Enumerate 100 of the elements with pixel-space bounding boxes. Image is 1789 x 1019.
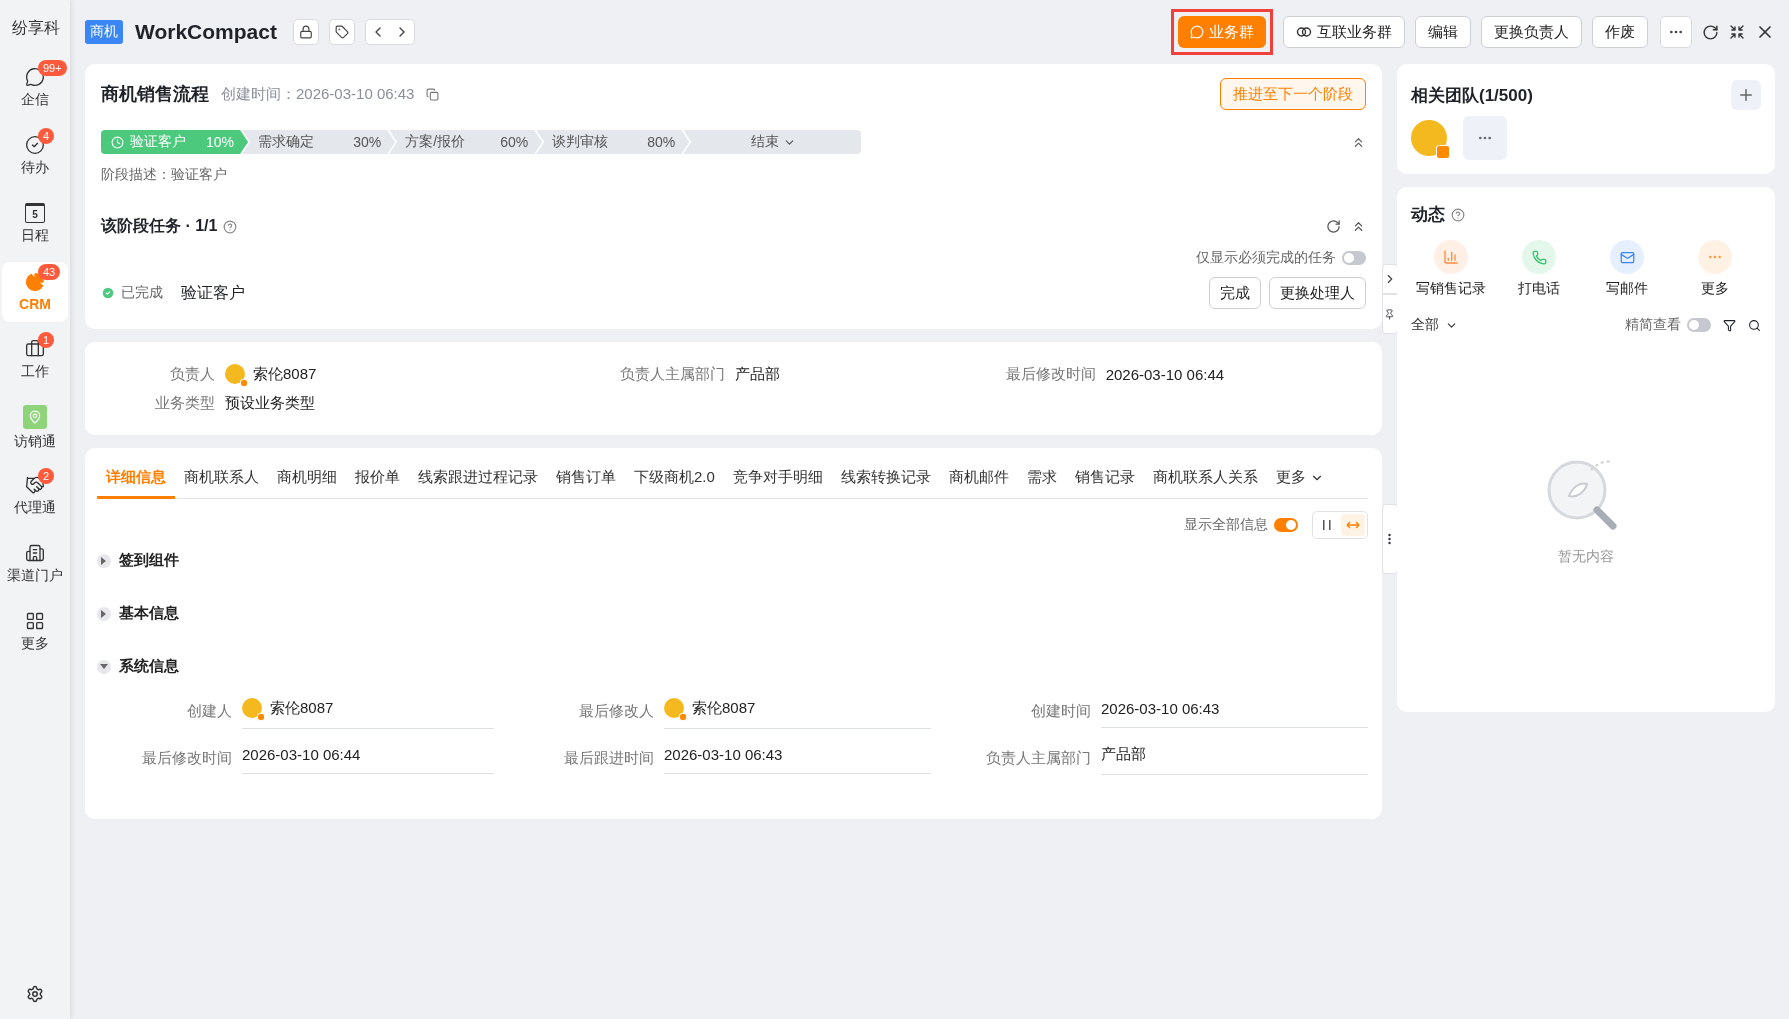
empty-message: 暂无内容 — [1558, 548, 1614, 566]
detail-tab[interactable]: 商机联系人 — [175, 458, 268, 499]
chat-icon — [25, 67, 45, 87]
sidebar-item[interactable]: 访销通 — [2, 398, 68, 458]
sidebar-item[interactable]: 企信 99+ — [2, 58, 68, 118]
header-button[interactable]: 编辑 — [1415, 16, 1471, 48]
header-button[interactable]: 互联业务群 — [1283, 16, 1405, 48]
section-header[interactable]: 签到组件 — [97, 551, 179, 570]
company-name: 纷享科 — [11, 18, 61, 38]
check-icon — [25, 135, 45, 155]
filter-dropdown[interactable]: 全部 — [1411, 316, 1458, 334]
field-label: 创建时间 — [1030, 702, 1091, 721]
map-pin-icon — [23, 405, 47, 429]
count-badge: 4 — [38, 128, 55, 144]
count-badge: 99+ — [38, 60, 67, 76]
caret-right-icon — [97, 553, 111, 568]
stage-step[interactable]: 结束 — [683, 130, 861, 154]
settings-icon[interactable] — [26, 985, 44, 1003]
stage-description: 阶段描述：验证客户 — [101, 166, 227, 184]
user-avatar — [664, 698, 684, 718]
copy-icon[interactable] — [426, 87, 440, 101]
phone-icon — [1531, 249, 1547, 265]
help-icon — [1451, 207, 1465, 222]
task-status: 已完成 — [121, 284, 163, 302]
detail-tab[interactable]: 销售订单 — [547, 458, 625, 499]
count-badge: 2 — [38, 468, 55, 484]
detail-tab[interactable]: 线索转换记录 — [831, 458, 940, 499]
field-value: 2026-03-10 06:43 — [664, 742, 931, 774]
activity-action[interactable]: 写邮件 — [1587, 240, 1667, 298]
field-value: 产品部 — [735, 364, 781, 384]
team-title: 相关团队(1/500) — [1411, 84, 1533, 107]
task-button[interactable]: 更换处理人 — [1269, 277, 1366, 309]
activity-action[interactable]: 写销售记录 — [1411, 240, 1491, 298]
field-label: 创建人 — [186, 702, 232, 721]
stage-step[interactable]: 方案/报价 60% — [389, 130, 543, 154]
linked-rings-icon — [1296, 26, 1312, 38]
pin-icon[interactable] — [1381, 294, 1398, 334]
count-badge: 43 — [38, 264, 61, 280]
filter-icon[interactable] — [1723, 318, 1736, 332]
refresh-icon[interactable] — [1326, 219, 1341, 234]
add-button[interactable] — [1731, 80, 1761, 110]
tag-icon[interactable] — [328, 19, 355, 45]
clock-icon — [111, 135, 124, 149]
mail-icon — [1619, 249, 1635, 265]
more-tab[interactable]: 更多 — [1266, 458, 1333, 499]
lock-icon[interactable] — [292, 19, 319, 45]
field-value: 2026-03-10 06:44 — [1105, 365, 1225, 383]
field-label: 业务类型 — [154, 394, 215, 413]
field-label: 最后修改时间 — [141, 748, 232, 768]
toggle-label: 精简查看 — [1625, 316, 1681, 334]
search-icon[interactable] — [1748, 318, 1761, 332]
toggle-label: 仅显示必须完成的任务 — [1196, 249, 1336, 267]
detail-tab[interactable]: 竞争对手明细 — [723, 458, 832, 499]
detail-tab[interactable]: 需求 — [1017, 458, 1066, 499]
field-value: 预设业务类型 — [225, 394, 315, 413]
detail-tab[interactable]: 线索跟进过程记录 — [409, 458, 547, 499]
header-button[interactable]: 更换负责人 — [1481, 16, 1582, 48]
sidebar-item[interactable]: 更多 — [2, 602, 68, 662]
detail-tab[interactable]: 商机邮件 — [939, 458, 1018, 499]
toggle-switch[interactable] — [1342, 251, 1366, 265]
building-icon — [25, 543, 45, 563]
task-button[interactable]: 完成 — [1209, 277, 1261, 309]
field-value: 索伦8087 — [225, 364, 317, 384]
field-value: 索伦8087 — [664, 694, 931, 729]
process-title: 商机销售流程 — [101, 83, 209, 106]
field-label: 最后修改人 — [578, 702, 654, 721]
toggle-switch[interactable] — [1687, 318, 1711, 332]
sidebar-item[interactable]: 工作 1 — [2, 330, 68, 390]
field-label: 负责人 — [169, 364, 215, 384]
sidebar-item[interactable]: 5 日程 — [2, 194, 68, 254]
activity-action[interactable]: 更多 — [1675, 240, 1755, 298]
caret-down-icon — [97, 659, 111, 674]
field-label: 最后跟进时间 — [563, 748, 654, 768]
shrink-icon[interactable] — [1729, 24, 1745, 40]
detail-tab[interactable]: 商机联系人关系 — [1143, 458, 1267, 499]
toggle-switch[interactable] — [1274, 518, 1298, 532]
created-time: 创建时间：2026-03-10 06:43 — [221, 84, 415, 104]
detail-tab[interactable]: 下级商机2.0 — [625, 458, 724, 499]
activity-title: 动态 — [1411, 204, 1445, 226]
stage-step[interactable]: 需求确定 30% — [242, 130, 396, 154]
stage-step[interactable]: 谈判审核 80% — [536, 130, 690, 154]
user-avatar — [225, 364, 245, 384]
header-button[interactable]: 作废 — [1592, 16, 1648, 48]
field-value: 索伦8087 — [242, 694, 494, 729]
section-header[interactable]: 系统信息 — [97, 657, 179, 676]
detail-tab[interactable]: 销售记录 — [1065, 458, 1144, 499]
grid-icon — [25, 611, 45, 631]
object-type-tag: 商机 — [85, 20, 123, 44]
field-value: 2026-03-10 06:44 — [242, 742, 494, 774]
sidebar-item[interactable]: 待办 4 — [2, 126, 68, 186]
field-label: 负责人主属部门 — [619, 364, 726, 384]
detail-tab[interactable]: 报价单 — [346, 458, 409, 499]
sidebar-item[interactable]: 代理通 2 — [2, 466, 68, 526]
user-avatar — [242, 698, 262, 718]
sidebar-item[interactable]: 渠道门户 — [2, 534, 68, 594]
detail-tab[interactable]: 商机明细 — [268, 458, 346, 499]
section-header[interactable]: 基本信息 — [97, 604, 179, 623]
chat-icon — [1190, 25, 1204, 39]
refresh-icon[interactable] — [1702, 23, 1719, 41]
activity-action[interactable]: 打电话 — [1499, 240, 1579, 298]
